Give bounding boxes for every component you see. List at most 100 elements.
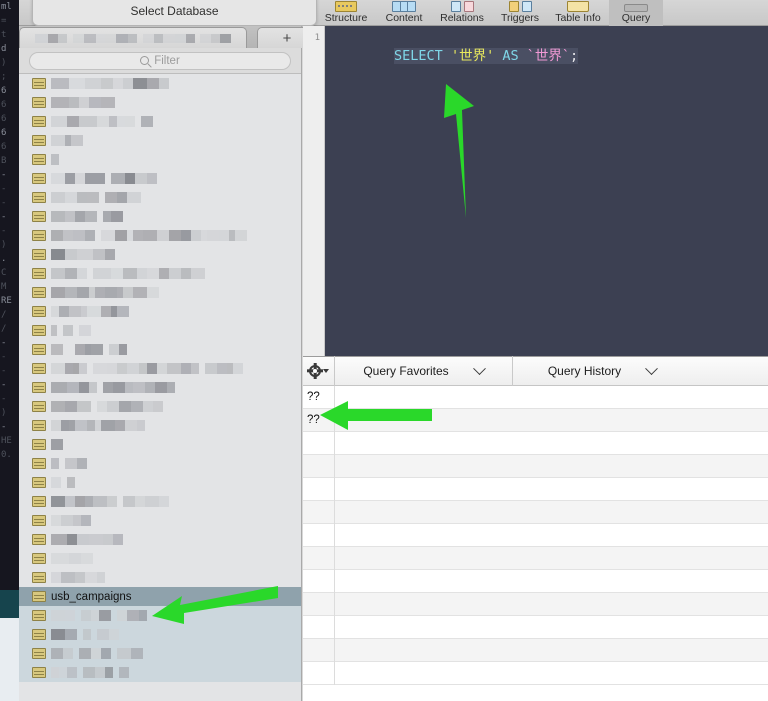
result-row[interactable] [303,569,768,593]
table-list-item[interactable] [19,359,301,378]
result-cell[interactable] [303,500,335,524]
sql-query-text[interactable]: SELECT '世界' AS `世界`; [329,29,579,83]
table-list-item[interactable] [19,568,301,587]
table-list-item[interactable] [19,74,301,93]
table-list-item[interactable] [19,188,301,207]
result-cell[interactable] [335,616,768,639]
result-cell[interactable] [335,639,768,662]
result-row[interactable] [303,477,768,501]
result-cell[interactable] [335,547,768,570]
table-list-item[interactable] [19,340,301,359]
table-icon [32,534,46,545]
table-icon [32,230,46,241]
toolbar-item-label: Table Info [555,12,601,24]
table-list-item[interactable] [19,473,301,492]
terminal-line: t [1,30,7,40]
table-list-item[interactable] [19,454,301,473]
result-cell[interactable] [335,593,768,616]
terminal-line: / [1,310,7,320]
table-list-item[interactable] [19,226,301,245]
table-list-item[interactable] [19,644,301,663]
result-cell[interactable] [303,615,335,639]
toolbar-item-table-info[interactable]: Table Info [547,0,609,26]
result-row[interactable] [303,454,768,478]
toolbar-item-relations[interactable]: Relations [431,0,493,26]
table-list-item[interactable] [19,416,301,435]
result-row[interactable] [303,431,768,455]
table-list-item[interactable] [19,492,301,511]
result-cell[interactable] [335,524,768,547]
table-icon [32,382,46,393]
table-list-item[interactable] [19,283,301,302]
toolbar-item-triggers[interactable]: Triggers [493,0,547,26]
table-list-item[interactable] [19,530,301,549]
result-cell[interactable] [335,478,768,501]
result-cell[interactable] [303,431,335,455]
table-icon [32,591,46,602]
table-list[interactable]: usb_campaigns [19,74,301,701]
result-cell[interactable] [303,569,335,593]
result-cell[interactable] [335,386,768,409]
results-grid[interactable]: ???? [303,386,768,701]
result-row[interactable] [303,638,768,662]
result-row[interactable]: ?? [303,408,768,432]
result-row[interactable]: ?? [303,386,768,409]
result-cell[interactable]: ?? [303,408,335,432]
result-cell[interactable] [335,662,768,685]
result-cell[interactable] [303,546,335,570]
result-cell[interactable] [303,592,335,616]
terminal-line: - [1,366,7,376]
table-list-item[interactable] [19,264,301,283]
result-row[interactable] [303,500,768,524]
result-cell[interactable]: ?? [303,386,335,409]
table-list-item[interactable] [19,511,301,530]
result-cell[interactable] [335,432,768,455]
table-list-item[interactable] [19,663,301,682]
table-list-item[interactable] [19,112,301,131]
result-cell[interactable] [335,409,768,432]
table-list-item[interactable] [19,245,301,264]
sql-editor[interactable]: 1 SELECT '世界' AS `世界`; [303,26,768,356]
table-list-item-selected[interactable]: usb_campaigns [19,587,301,606]
result-row[interactable] [303,592,768,616]
result-cell[interactable] [303,477,335,501]
table-list-item[interactable] [19,378,301,397]
toolbar-item-query[interactable]: Query [609,0,663,26]
result-cell[interactable] [335,455,768,478]
toolbar-item-label: Triggers [500,12,540,24]
result-row[interactable] [303,546,768,570]
result-cell[interactable] [303,638,335,662]
table-list-item[interactable] [19,169,301,188]
result-row[interactable] [303,661,768,685]
query-favorites-dropdown[interactable]: Query Favorites [335,356,513,386]
toolbar-item-structure[interactable]: Structure [315,0,377,26]
table-list-item[interactable] [19,549,301,568]
result-cell[interactable] [335,501,768,524]
table-list-item[interactable] [19,150,301,169]
table-list-item[interactable] [19,207,301,226]
table-list-item[interactable] [19,302,301,321]
background-terminal-highlight [0,590,19,618]
tab-database[interactable] [19,27,247,48]
terminal-line: M [1,282,7,292]
relations-icon [449,0,475,12]
result-cell[interactable] [303,454,335,478]
table-list-item[interactable] [19,606,301,625]
table-list-item[interactable] [19,397,301,416]
table-list-item[interactable] [19,321,301,340]
filter-input[interactable]: Filter [29,51,291,70]
toolbar-item-content[interactable]: Content [377,0,431,26]
query-options-button[interactable] [303,356,335,386]
table-list-item[interactable] [19,93,301,112]
table-list-item[interactable] [19,435,301,454]
result-cell[interactable] [303,661,335,685]
table-name-blurred [51,648,143,659]
table-list-item[interactable] [19,625,301,644]
result-cell[interactable] [303,523,335,547]
table-list-item[interactable] [19,131,301,150]
query-history-dropdown[interactable]: Query History [513,356,691,386]
result-row[interactable] [303,523,768,547]
terminal-line: - [1,394,7,404]
result-cell[interactable] [335,570,768,593]
result-row[interactable] [303,615,768,639]
